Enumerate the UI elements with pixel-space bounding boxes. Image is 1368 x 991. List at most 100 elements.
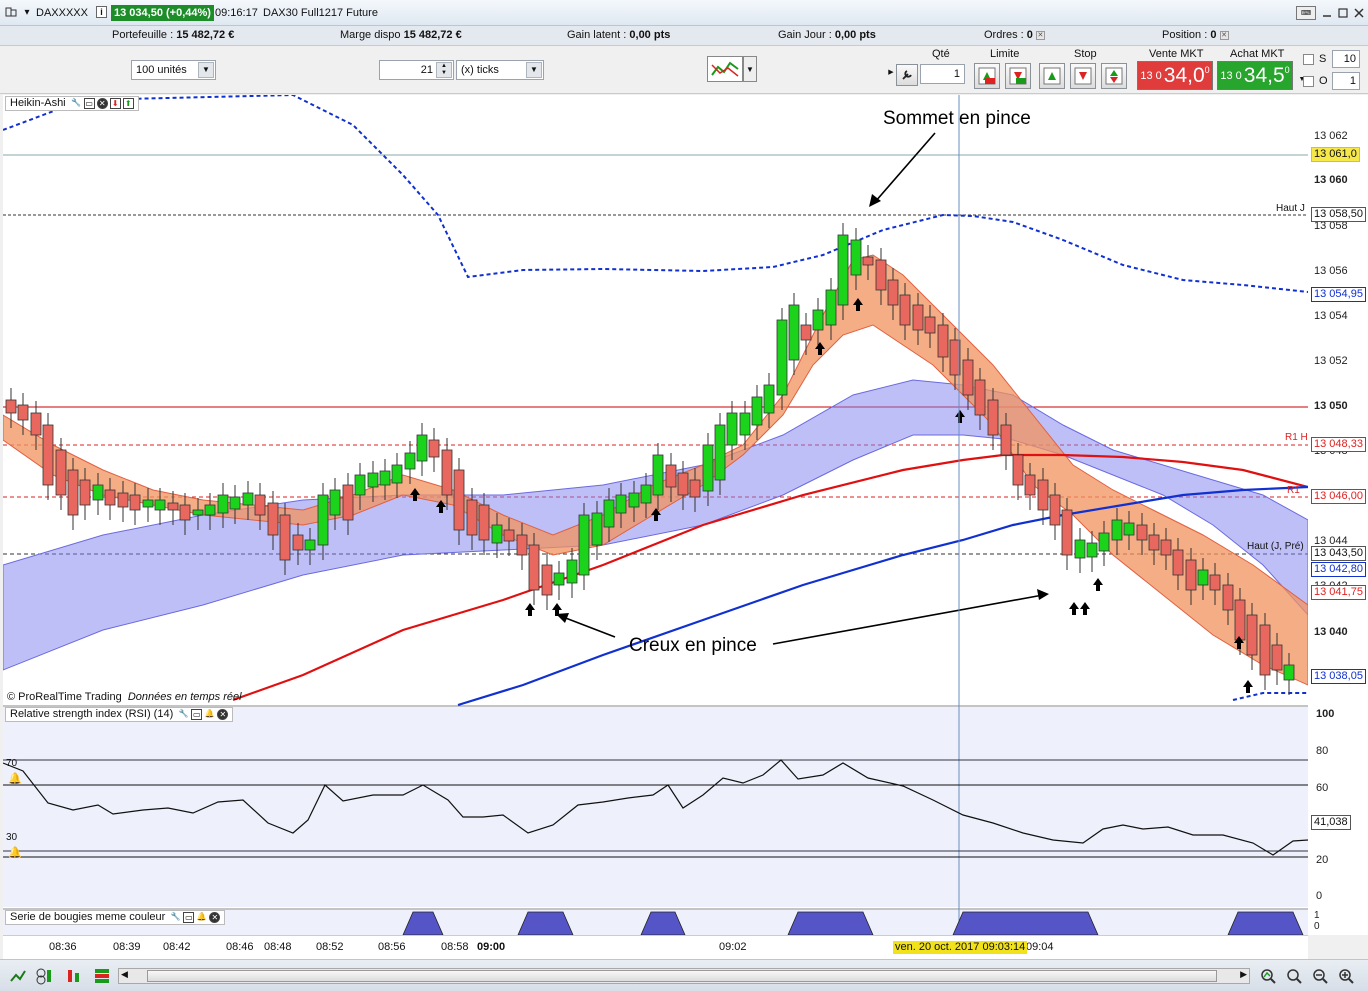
scrollbar-thumb[interactable] <box>147 970 1217 982</box>
bell-icon[interactable]: 🔔 <box>8 772 22 785</box>
units-select[interactable]: 100 unités ▼ <box>131 60 216 80</box>
position-close-icon[interactable]: ✕ <box>1219 30 1229 40</box>
close-icon[interactable]: ✕ <box>96 97 108 109</box>
candle <box>1000 424 1012 456</box>
window-menu-icon[interactable] <box>4 5 18 19</box>
candle <box>566 559 578 584</box>
y-tick-label: 13 040 <box>1314 626 1348 638</box>
window-icon[interactable]: ▭ <box>83 97 95 109</box>
close-icon[interactable] <box>1352 6 1366 20</box>
bell-icon[interactable]: 🔔 <box>196 911 208 923</box>
limit-buy-button[interactable] <box>974 63 1000 89</box>
badge-blue-ma: 13 042,80 <box>1311 562 1366 577</box>
zoom-fit-icon[interactable] <box>1284 966 1304 986</box>
candle <box>751 396 763 426</box>
window-icon[interactable]: ▭ <box>191 708 203 720</box>
candle <box>1271 644 1283 671</box>
candle <box>1012 454 1024 486</box>
maximize-icon[interactable] <box>1336 6 1350 20</box>
grid-icon[interactable] <box>92 966 112 986</box>
qte-input[interactable]: 1 <box>920 64 965 84</box>
bell-icon[interactable]: 🔔 <box>8 846 22 859</box>
close-icon[interactable]: ✕ <box>209 911 221 923</box>
o-input[interactable]: 1 <box>1332 72 1360 90</box>
candle <box>491 524 503 544</box>
qte-value: 1 <box>953 68 960 80</box>
scroll-right-icon[interactable]: ▶ <box>1240 969 1247 980</box>
stepper-arrows-icon[interactable]: ▲ ▼ <box>436 62 452 78</box>
candle <box>1037 479 1049 511</box>
wrench-icon[interactable]: 🔧 <box>178 708 190 720</box>
zoom-out-icon[interactable] <box>1310 966 1330 986</box>
price-panel-header[interactable]: Heikin-Ashi 🔧 ▭ ✕ ⬇ ⬆ <box>5 96 139 111</box>
rsi-panel-header[interactable]: Relative strength index (RSI) (14) 🔧 ▭ 🔔 ✕ <box>5 707 234 722</box>
series-hump <box>517 911 574 936</box>
achat-mkt-button[interactable]: 13 0 34,5 0 <box>1217 61 1293 90</box>
candle <box>441 449 453 496</box>
o-checkbox[interactable] <box>1303 76 1314 87</box>
time-label: 09:04 <box>1026 941 1054 953</box>
limit-sell-button[interactable] <box>1005 63 1031 89</box>
candle <box>553 572 565 586</box>
info-icon[interactable]: i <box>96 6 107 18</box>
strategy-dropdown-icon[interactable]: ▼ <box>743 56 757 82</box>
stop-sell-button[interactable] <box>1070 63 1096 89</box>
wrench-icon[interactable]: 🔧 <box>70 97 82 109</box>
time-label: 08:58 <box>441 941 469 953</box>
contract-name: DAX30 Full1217 Future <box>263 7 378 19</box>
window-icon[interactable]: ▭ <box>183 911 195 923</box>
portefeuille-label: Portefeuille : <box>112 29 174 41</box>
panel-expand-icon[interactable]: ▶ <box>888 66 894 78</box>
stop-reverse-button[interactable] <box>1101 63 1127 89</box>
scroll-left-icon[interactable]: ◀ <box>121 969 128 980</box>
indicators-icon[interactable] <box>34 966 56 986</box>
candle <box>242 492 254 506</box>
clock-time: 09:16:17 <box>215 7 258 19</box>
arrow-up-green-icon[interactable]: ⬆ <box>122 97 134 109</box>
chart-area[interactable] <box>2 93 1309 936</box>
wrench-icon[interactable] <box>896 64 918 86</box>
s-checkbox[interactable] <box>1303 54 1314 65</box>
wrench-icon[interactable]: 🔧 <box>170 911 182 923</box>
candle <box>416 434 428 462</box>
dropdown-arrow-icon[interactable]: ▾ <box>22 7 32 18</box>
candle <box>428 439 440 458</box>
y-tick-label: 13 050 <box>1314 400 1348 412</box>
chart-type-icon[interactable] <box>8 966 28 986</box>
series-panel-header[interactable]: Serie de bougies meme couleur 🔧 ▭ 🔔 ✕ <box>5 910 226 925</box>
time-axis[interactable]: 08:36 08:39 08:42 08:46 08:48 08:52 08:5… <box>3 935 1308 959</box>
level-haut-j-pre: Haut (J, Pré) <box>1247 541 1304 552</box>
candle <box>962 359 974 396</box>
close-icon[interactable]: ✕ <box>217 708 229 720</box>
annotation-sommet: Sommet en pince <box>883 108 1031 129</box>
price-chart-svg[interactable] <box>2 93 1309 936</box>
time-label: 08:56 <box>378 941 406 953</box>
achat-price-big: 34,5 <box>1243 63 1285 87</box>
candle <box>652 454 664 496</box>
ordres-close-icon[interactable]: ✕ <box>1035 30 1045 40</box>
instrument-name[interactable]: DAXXXXX <box>36 6 88 20</box>
candle <box>763 384 775 414</box>
chevron-down-icon[interactable]: ▼ <box>526 62 542 78</box>
candle <box>812 309 824 331</box>
strategy-icon[interactable] <box>707 56 743 82</box>
chevron-down-icon[interactable]: ▼ <box>198 62 214 78</box>
zoom-in-icon[interactable] <box>1336 966 1356 986</box>
ordres-value: 0 <box>1026 29 1033 41</box>
keyboard-icon[interactable]: ⌨ <box>1296 6 1316 20</box>
vente-mkt-button[interactable]: 13 0 34,0 0 <box>1137 61 1213 90</box>
s-input[interactable]: 10 <box>1332 50 1360 68</box>
ticks-stepper[interactable]: 21 ▲ ▼ <box>379 60 454 80</box>
horizontal-scrollbar[interactable]: ◀ ▶ <box>118 968 1250 984</box>
minimize-icon[interactable] <box>1320 6 1334 20</box>
candle <box>788 304 800 361</box>
candle <box>800 324 812 341</box>
candle <box>1209 574 1221 591</box>
candles-icon[interactable] <box>64 966 84 986</box>
bell-icon[interactable]: 🔔 <box>204 708 216 720</box>
stop-buy-button[interactable] <box>1039 63 1065 89</box>
arrow-down-red-icon[interactable]: ⬇ <box>109 97 121 109</box>
gain-latent-label: Gain latent : <box>567 29 627 41</box>
ticks-unit-select[interactable]: (x) ticks ▼ <box>456 60 544 80</box>
zoom-auto-icon[interactable] <box>1258 966 1278 986</box>
